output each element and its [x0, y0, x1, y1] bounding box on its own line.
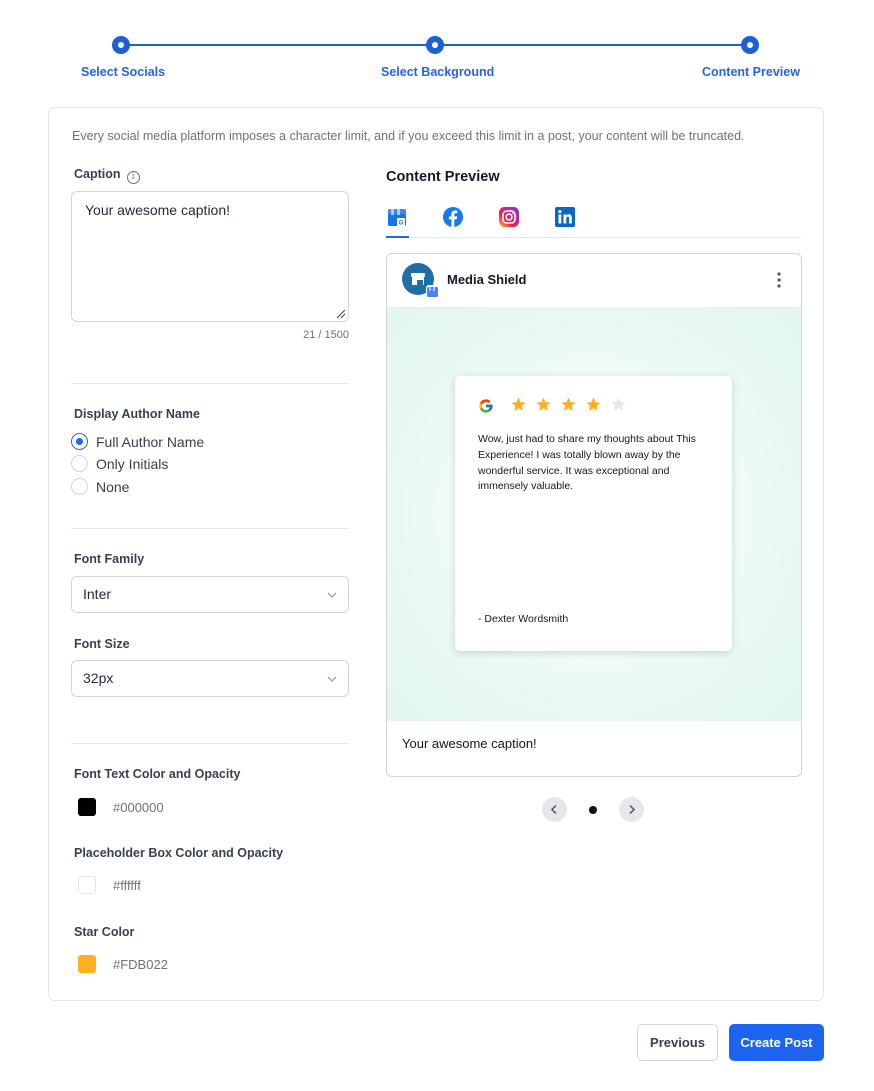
google-business-badge-icon: [426, 285, 439, 298]
caption-textarea[interactable]: Your awesome caption!: [71, 191, 349, 322]
step-dot-select-socials[interactable]: [112, 36, 130, 54]
font-text-color-label: Font Text Color and Opacity: [74, 767, 241, 781]
info-icon[interactable]: i: [126, 171, 140, 184]
star-rating: [510, 396, 635, 413]
radio-label: Only Initials: [96, 455, 169, 472]
review-author: - Dexter Wordsmith: [478, 613, 569, 625]
font-family-select[interactable]: Inter: [71, 576, 349, 613]
post-settings-card: Every social media platform imposes a ch…: [48, 107, 824, 1001]
section-divider: [71, 383, 349, 384]
chevron-left-icon: [550, 804, 557, 815]
placeholder-box-color-label: Placeholder Box Color and Opacity: [74, 846, 284, 860]
facebook-icon[interactable]: [442, 206, 464, 228]
radio-full-author-name[interactable]: Full Author Name: [71, 433, 204, 450]
step-dot-select-background[interactable]: [426, 36, 444, 54]
font-family-value: Inter: [83, 586, 112, 602]
star-empty-icon: [611, 397, 626, 411]
font-text-color-value: #000000: [113, 799, 164, 815]
more-options-icon[interactable]: [777, 272, 781, 288]
font-size-label: Font Size: [74, 637, 130, 651]
google-business-icon[interactable]: G: [386, 206, 408, 228]
star-color-swatch[interactable]: [78, 955, 96, 973]
google-logo-icon: [479, 399, 493, 413]
content-preview-title: Content Preview: [386, 169, 500, 185]
previous-button[interactable]: Previous: [637, 1024, 718, 1061]
star-color-value: #FDB022: [113, 956, 168, 972]
font-text-color-swatch[interactable]: [78, 798, 96, 816]
account-name: Media Shield: [447, 272, 527, 287]
caption-label-text: Caption: [74, 167, 121, 181]
social-post-preview: Media Shield Wow, just had to share my t…: [386, 253, 802, 777]
star-filled-icon: [511, 397, 526, 411]
section-divider: [71, 743, 349, 744]
platform-tabs: G: [386, 206, 801, 238]
caption-char-counter: 21 / 1500: [303, 329, 349, 341]
star-color-label: Star Color: [74, 925, 135, 939]
post-caption: Your awesome caption!: [402, 736, 537, 751]
chevron-down-icon: [327, 676, 337, 682]
character-limit-notice: Every social media platform imposes a ch…: [72, 129, 745, 143]
radio-unchecked-icon[interactable]: [71, 455, 88, 472]
caption-label: Caption i: [74, 167, 140, 184]
star-color-picker[interactable]: #FDB022: [78, 955, 168, 973]
placeholder-box-color-picker[interactable]: #ffffff: [78, 876, 141, 894]
progress-stepper: Select Socials Select Background Content…: [0, 0, 874, 100]
post-header: Media Shield: [387, 254, 801, 307]
step-label-content-preview[interactable]: Content Preview: [702, 65, 800, 79]
section-divider: [71, 528, 349, 529]
star-filled-icon: [536, 397, 551, 411]
svg-text:G: G: [399, 220, 404, 227]
radio-none[interactable]: None: [71, 478, 129, 495]
display-author-label: Display Author Name: [74, 407, 200, 421]
font-size-select[interactable]: 32px: [71, 660, 349, 697]
create-post-button[interactable]: Create Post: [729, 1024, 824, 1061]
placeholder-box-color-swatch[interactable]: [78, 876, 96, 894]
radio-checked-icon[interactable]: [71, 433, 88, 450]
font-text-color-picker[interactable]: #000000: [78, 798, 164, 816]
post-image: Wow, just had to share my thoughts about…: [387, 307, 801, 721]
star-filled-icon: [586, 397, 601, 411]
radio-unchecked-icon[interactable]: [71, 478, 88, 495]
star-filled-icon: [561, 397, 576, 411]
radio-only-initials[interactable]: Only Initials: [71, 455, 168, 472]
chevron-right-icon: [629, 804, 636, 815]
radio-label: Full Author Name: [96, 433, 205, 450]
review-text: Wow, just had to share my thoughts about…: [478, 433, 696, 493]
linkedin-icon[interactable]: [554, 206, 576, 228]
preview-pager: [542, 797, 646, 823]
slide-indicator-dot[interactable]: [589, 806, 597, 814]
font-family-label: Font Family: [74, 552, 145, 566]
chevron-down-icon: [327, 592, 337, 598]
step-label-select-socials[interactable]: Select Socials: [81, 65, 165, 79]
next-slide-button[interactable]: [619, 797, 644, 822]
step-label-select-background[interactable]: Select Background: [381, 65, 494, 79]
previous-slide-button[interactable]: [542, 797, 567, 822]
step-dot-content-preview[interactable]: [741, 36, 759, 54]
instagram-icon[interactable]: [498, 206, 520, 228]
review-card: Wow, just had to share my thoughts about…: [455, 376, 732, 651]
active-tab-indicator: [386, 236, 409, 238]
resize-grip-icon[interactable]: [336, 309, 346, 319]
font-size-value: 32px: [83, 670, 114, 686]
placeholder-box-color-value: #ffffff: [113, 877, 141, 893]
caption-textarea-value: Your awesome caption!: [85, 202, 231, 218]
radio-label: None: [96, 478, 130, 495]
